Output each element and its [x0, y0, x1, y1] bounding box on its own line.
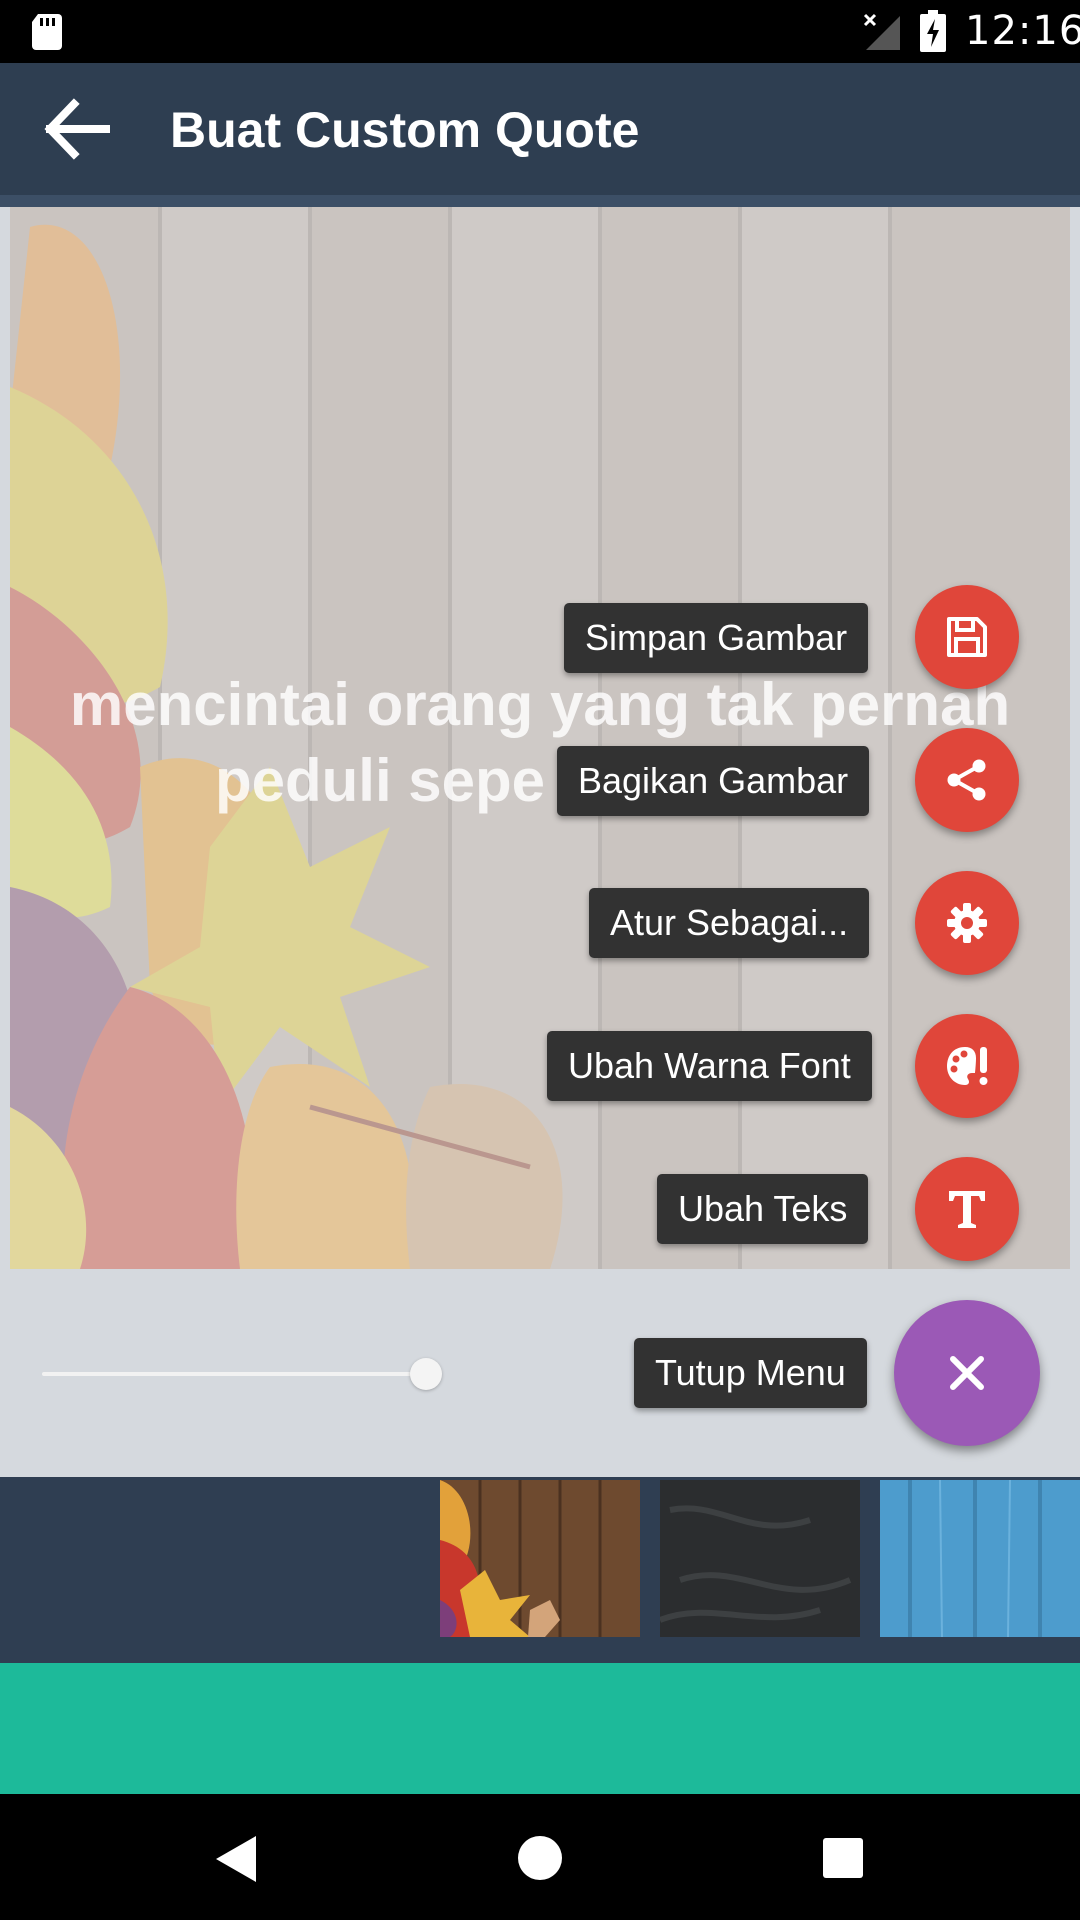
- app-bar-divider: [0, 195, 1080, 207]
- close-icon: [950, 1356, 984, 1390]
- quote-line-2: peduli sepe: [214, 747, 546, 814]
- clock: 12:16: [965, 8, 1080, 54]
- background-thumbnail-slate[interactable]: [660, 1480, 860, 1637]
- text-t-icon: [949, 1191, 985, 1228]
- arrow-left-icon[interactable]: [44, 98, 110, 160]
- battery-charging-icon: [920, 10, 946, 52]
- app-bar: Buat Custom Quote: [0, 63, 1080, 195]
- quote-text[interactable]: mencintai orang yang tak pernah peduli s…: [10, 667, 1070, 819]
- floppy-disk-icon: [947, 617, 987, 657]
- close-menu-button[interactable]: [894, 1300, 1040, 1446]
- nav-back-icon[interactable]: [216, 1836, 256, 1882]
- quote-line-1: mencintai orang yang tak pernah: [69, 671, 1011, 738]
- fab-label-font-color[interactable]: Ubah Warna Font: [547, 1031, 872, 1101]
- nav-recents-icon[interactable]: [823, 1838, 863, 1878]
- font-size-slider-track[interactable]: [42, 1372, 426, 1376]
- background-thumbnail-autumn[interactable]: [440, 1480, 640, 1637]
- palette-icon: [947, 1047, 988, 1085]
- status-bar: 12:16: [0, 0, 1080, 63]
- font-size-slider-thumb[interactable]: [409, 1358, 442, 1390]
- fab-label-close-menu[interactable]: Tutup Menu: [634, 1338, 867, 1408]
- save-image-button[interactable]: [915, 585, 1019, 689]
- set-as-button[interactable]: [915, 871, 1019, 975]
- background-thumbnail-blue-wood[interactable]: [880, 1480, 1080, 1637]
- share-icon: [947, 759, 986, 801]
- nav-home-icon[interactable]: [518, 1836, 562, 1880]
- signal-off-icon: [863, 13, 900, 50]
- quote-canvas[interactable]: mencintai orang yang tak pernah peduli s…: [10, 207, 1070, 1269]
- fab-label-share[interactable]: Bagikan Gambar: [557, 746, 870, 816]
- fab-label-save[interactable]: Simpan Gambar: [564, 603, 869, 673]
- edit-text-button[interactable]: [915, 1157, 1019, 1261]
- page-title: Buat Custom Quote: [170, 102, 640, 158]
- fab-label-set-as[interactable]: Atur Sebagai...: [589, 888, 870, 958]
- editor-area: mencintai orang yang tak pernah peduli s…: [0, 207, 1080, 1477]
- sd-card-icon: [32, 14, 62, 50]
- share-image-button[interactable]: [915, 728, 1019, 832]
- gear-icon: [947, 903, 987, 943]
- fab-label-edit-text[interactable]: Ubah Teks: [657, 1174, 869, 1244]
- change-font-color-button[interactable]: [915, 1014, 1019, 1118]
- ad-banner[interactable]: [0, 1663, 1080, 1794]
